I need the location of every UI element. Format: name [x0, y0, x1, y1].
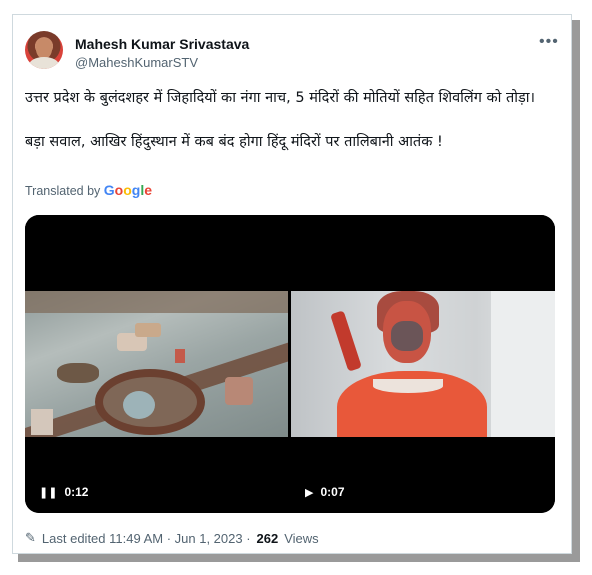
video-frame-hanuman-idol: [291, 291, 555, 437]
video-controls-1: ❚❚ 0:12: [39, 485, 88, 499]
translated-by[interactable]: Translated by Google: [25, 182, 152, 198]
video-frame-broken-shivling: [25, 291, 288, 437]
media-grid: ❚❚ 0:12 ▶ 0:07: [25, 215, 555, 513]
tweet-paragraph-2: बड़ा सवाल, आखिर हिंदुस्थान में कब बंद हो…: [25, 134, 443, 150]
tweet-footer: ✎ Last edited 11:49 AM · Jun 1, 2023 · 2…: [25, 530, 319, 546]
last-edited[interactable]: Last edited 11:49 AM · Jun 1, 2023 ·: [42, 531, 251, 546]
avatar-face: [36, 39, 52, 59]
tweet-card: Mahesh Kumar Srivastava @MaheshKumarSTV …: [12, 14, 572, 554]
translated-label: Translated by: [25, 184, 101, 198]
play-icon[interactable]: ▶: [305, 486, 313, 499]
google-logo: Google: [103, 182, 153, 198]
video-time-1: 0:12: [64, 485, 89, 499]
tweet-paragraph-1: उत्तर प्रदेश के बुलंदशहर में जिहादियों क…: [25, 90, 536, 106]
views-count: 262: [256, 530, 279, 546]
video-controls-2: ▶ 0:07: [305, 485, 345, 499]
user-name[interactable]: Mahesh Kumar Srivastava: [75, 36, 249, 52]
video-time-2: 0:07: [320, 485, 345, 499]
video-player-2[interactable]: ▶ 0:07: [291, 215, 555, 513]
tweet-text: उत्तर प्रदेश के बुलंदशहर में जिहादियों क…: [25, 87, 545, 153]
video-player-1[interactable]: ❚❚ 0:12: [25, 215, 288, 513]
user-handle[interactable]: @MaheshKumarSTV: [75, 55, 198, 70]
avatar-shirt: [29, 57, 59, 69]
views-label: Views: [284, 530, 319, 546]
pencil-icon: ✎: [25, 530, 36, 545]
avatar[interactable]: [25, 31, 63, 69]
more-horizontal-icon[interactable]: •••: [539, 33, 559, 51]
pause-icon[interactable]: ❚❚: [39, 486, 57, 499]
